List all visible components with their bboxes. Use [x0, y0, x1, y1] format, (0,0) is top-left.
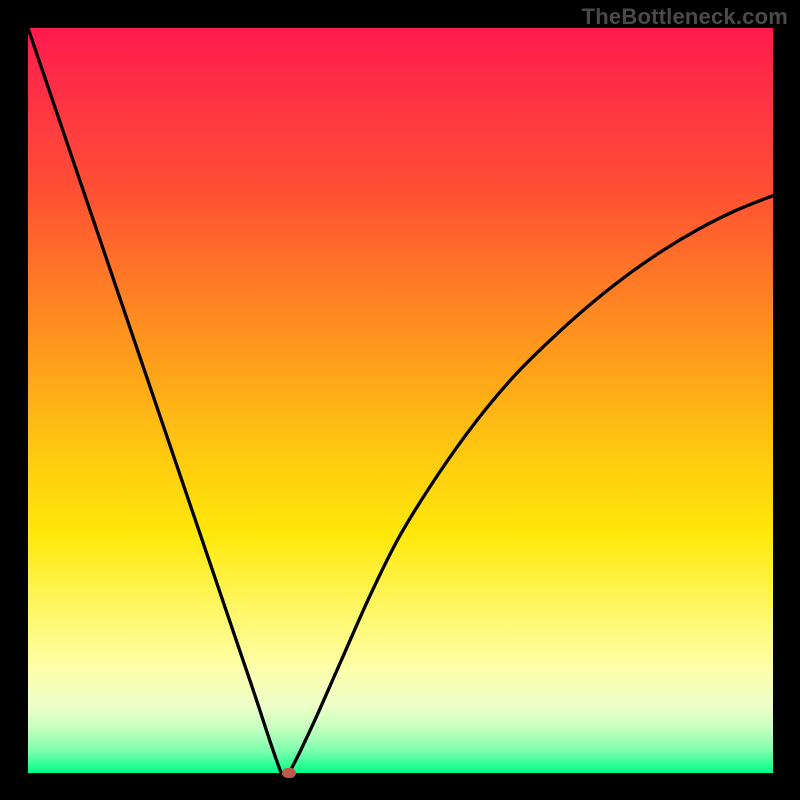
optimum-marker [282, 768, 296, 778]
plot-area [28, 28, 773, 773]
watermark-text: TheBottleneck.com [582, 4, 788, 30]
curve-path [28, 28, 773, 773]
chart-frame: TheBottleneck.com [0, 0, 800, 800]
curve-svg [28, 28, 773, 773]
